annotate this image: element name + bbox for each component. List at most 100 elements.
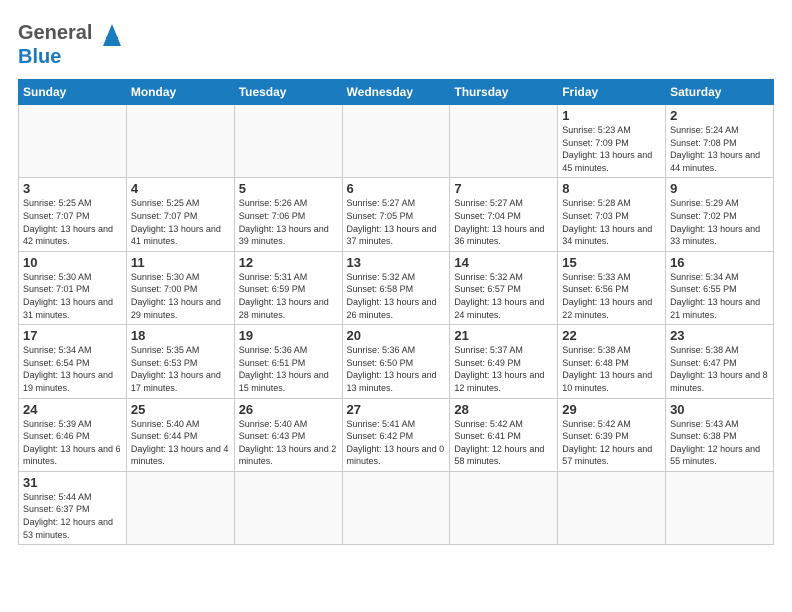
calendar-day-cell: 11Sunrise: 5:30 AM Sunset: 7:00 PM Dayli… [126,251,234,324]
day-number: 13 [347,255,446,270]
weekday-header-thursday: Thursday [450,80,558,105]
calendar-table: SundayMondayTuesdayWednesdayThursdayFrid… [18,79,774,545]
calendar-day-cell [19,105,127,178]
day-info: Sunrise: 5:34 AM Sunset: 6:54 PM Dayligh… [23,344,122,394]
calendar-day-cell [126,471,234,544]
day-info: Sunrise: 5:27 AM Sunset: 7:05 PM Dayligh… [347,197,446,247]
day-info: Sunrise: 5:40 AM Sunset: 6:43 PM Dayligh… [239,418,338,468]
logo-general-text: General [18,23,92,43]
day-info: Sunrise: 5:38 AM Sunset: 6:48 PM Dayligh… [562,344,661,394]
day-info: Sunrise: 5:24 AM Sunset: 7:08 PM Dayligh… [670,124,769,174]
day-info: Sunrise: 5:29 AM Sunset: 7:02 PM Dayligh… [670,197,769,247]
calendar-day-cell: 1Sunrise: 5:23 AM Sunset: 7:09 PM Daylig… [558,105,666,178]
calendar-day-cell: 22Sunrise: 5:38 AM Sunset: 6:48 PM Dayli… [558,325,666,398]
calendar-day-cell: 29Sunrise: 5:42 AM Sunset: 6:39 PM Dayli… [558,398,666,471]
page: General Blue SundayMondayTuesdayWednesda… [0,0,792,612]
calendar-week-row: 17Sunrise: 5:34 AM Sunset: 6:54 PM Dayli… [19,325,774,398]
day-info: Sunrise: 5:25 AM Sunset: 7:07 PM Dayligh… [23,197,122,247]
calendar-day-cell [234,471,342,544]
day-number: 4 [131,181,230,196]
day-number: 7 [454,181,553,196]
calendar-week-row: 3Sunrise: 5:25 AM Sunset: 7:07 PM Daylig… [19,178,774,251]
day-info: Sunrise: 5:35 AM Sunset: 6:53 PM Dayligh… [131,344,230,394]
day-number: 24 [23,402,122,417]
calendar-day-cell: 20Sunrise: 5:36 AM Sunset: 6:50 PM Dayli… [342,325,450,398]
calendar-day-cell: 18Sunrise: 5:35 AM Sunset: 6:53 PM Dayli… [126,325,234,398]
calendar-day-cell: 4Sunrise: 5:25 AM Sunset: 7:07 PM Daylig… [126,178,234,251]
day-number: 18 [131,328,230,343]
weekday-header-monday: Monday [126,80,234,105]
day-number: 22 [562,328,661,343]
day-number: 28 [454,402,553,417]
day-info: Sunrise: 5:40 AM Sunset: 6:44 PM Dayligh… [131,418,230,468]
day-info: Sunrise: 5:28 AM Sunset: 7:03 PM Dayligh… [562,197,661,247]
calendar-week-row: 24Sunrise: 5:39 AM Sunset: 6:46 PM Dayli… [19,398,774,471]
day-number: 11 [131,255,230,270]
calendar-day-cell: 24Sunrise: 5:39 AM Sunset: 6:46 PM Dayli… [19,398,127,471]
day-info: Sunrise: 5:44 AM Sunset: 6:37 PM Dayligh… [23,491,122,541]
day-number: 10 [23,255,122,270]
day-number: 25 [131,402,230,417]
day-info: Sunrise: 5:42 AM Sunset: 6:39 PM Dayligh… [562,418,661,468]
weekday-header-saturday: Saturday [666,80,774,105]
day-info: Sunrise: 5:37 AM Sunset: 6:49 PM Dayligh… [454,344,553,394]
day-info: Sunrise: 5:30 AM Sunset: 7:01 PM Dayligh… [23,271,122,321]
weekday-header-tuesday: Tuesday [234,80,342,105]
day-number: 27 [347,402,446,417]
day-info: Sunrise: 5:26 AM Sunset: 7:06 PM Dayligh… [239,197,338,247]
day-number: 23 [670,328,769,343]
calendar-day-cell [342,471,450,544]
day-info: Sunrise: 5:38 AM Sunset: 6:47 PM Dayligh… [670,344,769,394]
day-number: 8 [562,181,661,196]
logo-icon [95,18,129,48]
calendar-day-cell: 10Sunrise: 5:30 AM Sunset: 7:01 PM Dayli… [19,251,127,324]
day-number: 6 [347,181,446,196]
day-info: Sunrise: 5:32 AM Sunset: 6:58 PM Dayligh… [347,271,446,321]
day-info: Sunrise: 5:34 AM Sunset: 6:55 PM Dayligh… [670,271,769,321]
day-number: 21 [454,328,553,343]
calendar-day-cell: 26Sunrise: 5:40 AM Sunset: 6:43 PM Dayli… [234,398,342,471]
calendar-day-cell: 31Sunrise: 5:44 AM Sunset: 6:37 PM Dayli… [19,471,127,544]
day-info: Sunrise: 5:23 AM Sunset: 7:09 PM Dayligh… [562,124,661,174]
calendar-day-cell: 30Sunrise: 5:43 AM Sunset: 6:38 PM Dayli… [666,398,774,471]
calendar-day-cell: 19Sunrise: 5:36 AM Sunset: 6:51 PM Dayli… [234,325,342,398]
day-number: 19 [239,328,338,343]
day-number: 26 [239,402,338,417]
calendar-week-row: 31Sunrise: 5:44 AM Sunset: 6:37 PM Dayli… [19,471,774,544]
calendar-day-cell [558,471,666,544]
calendar-day-cell: 14Sunrise: 5:32 AM Sunset: 6:57 PM Dayli… [450,251,558,324]
calendar-day-cell [342,105,450,178]
calendar-day-cell: 27Sunrise: 5:41 AM Sunset: 6:42 PM Dayli… [342,398,450,471]
calendar-day-cell: 15Sunrise: 5:33 AM Sunset: 6:56 PM Dayli… [558,251,666,324]
day-info: Sunrise: 5:33 AM Sunset: 6:56 PM Dayligh… [562,271,661,321]
calendar-week-row: 1Sunrise: 5:23 AM Sunset: 7:09 PM Daylig… [19,105,774,178]
day-info: Sunrise: 5:36 AM Sunset: 6:51 PM Dayligh… [239,344,338,394]
day-number: 29 [562,402,661,417]
calendar-day-cell [666,471,774,544]
calendar-day-cell [450,471,558,544]
calendar-week-row: 10Sunrise: 5:30 AM Sunset: 7:01 PM Dayli… [19,251,774,324]
day-number: 17 [23,328,122,343]
day-number: 20 [347,328,446,343]
calendar-day-cell [234,105,342,178]
calendar-day-cell: 13Sunrise: 5:32 AM Sunset: 6:58 PM Dayli… [342,251,450,324]
day-info: Sunrise: 5:30 AM Sunset: 7:00 PM Dayligh… [131,271,230,321]
logo-blue-text: Blue [18,46,61,69]
calendar-day-cell [126,105,234,178]
day-info: Sunrise: 5:39 AM Sunset: 6:46 PM Dayligh… [23,418,122,468]
day-number: 1 [562,108,661,123]
day-info: Sunrise: 5:32 AM Sunset: 6:57 PM Dayligh… [454,271,553,321]
weekday-header-row: SundayMondayTuesdayWednesdayThursdayFrid… [19,80,774,105]
day-info: Sunrise: 5:31 AM Sunset: 6:59 PM Dayligh… [239,271,338,321]
calendar-day-cell: 16Sunrise: 5:34 AM Sunset: 6:55 PM Dayli… [666,251,774,324]
calendar-day-cell: 7Sunrise: 5:27 AM Sunset: 7:04 PM Daylig… [450,178,558,251]
calendar-day-cell: 2Sunrise: 5:24 AM Sunset: 7:08 PM Daylig… [666,105,774,178]
day-number: 30 [670,402,769,417]
calendar-day-cell: 28Sunrise: 5:42 AM Sunset: 6:41 PM Dayli… [450,398,558,471]
day-info: Sunrise: 5:42 AM Sunset: 6:41 PM Dayligh… [454,418,553,468]
calendar-day-cell: 23Sunrise: 5:38 AM Sunset: 6:47 PM Dayli… [666,325,774,398]
day-info: Sunrise: 5:25 AM Sunset: 7:07 PM Dayligh… [131,197,230,247]
day-number: 16 [670,255,769,270]
day-number: 14 [454,255,553,270]
weekday-header-friday: Friday [558,80,666,105]
